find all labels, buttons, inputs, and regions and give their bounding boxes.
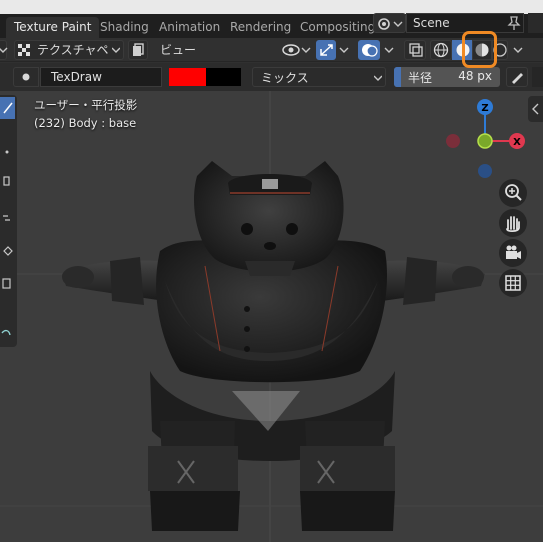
zoom-icon [505, 184, 522, 201]
chevron-down-icon[interactable] [384, 46, 394, 54]
radius-slider[interactable]: 半径 48 px [394, 67, 500, 87]
zoom-button[interactable] [499, 179, 527, 207]
clone-icon [3, 215, 10, 221]
object-info-label: (232) Body : base [34, 116, 137, 130]
hand-icon [506, 216, 520, 233]
navigation-gizmo[interactable]: Z X [440, 95, 530, 185]
scene-icon [378, 18, 403, 30]
tab-compositing[interactable]: Compositing [292, 17, 383, 38]
secondary-color-swatch[interactable] [206, 68, 241, 86]
wireframe-sphere-icon [433, 42, 449, 58]
pressure-toggle-button[interactable] [506, 67, 528, 87]
tab-rendering[interactable]: Rendering [222, 17, 299, 38]
blend-mode-dropdown[interactable]: ミックス [252, 67, 386, 87]
tool-mask[interactable] [0, 273, 15, 295]
view-name-label: ユーザー・平行投影 [34, 98, 138, 112]
tool-draw[interactable] [0, 97, 15, 119]
soften-icon [5, 150, 9, 154]
scene-scrollbar[interactable] [528, 13, 543, 33]
pin-icon[interactable] [506, 15, 522, 31]
tool-annotate[interactable] [0, 323, 15, 345]
radius-value: 48 px [458, 69, 492, 83]
shading-wireframe-button[interactable] [430, 40, 452, 60]
overlays-button[interactable] [358, 40, 380, 60]
xray-icon [409, 43, 423, 57]
copy-icon [133, 43, 144, 56]
tool-smear[interactable] [0, 170, 15, 192]
chevron-down-icon [112, 47, 120, 53]
smear-icon [3, 176, 10, 186]
chevron-left-icon [532, 103, 539, 115]
editor-type-button[interactable] [0, 40, 8, 60]
pen-pressure-icon [512, 73, 523, 84]
camera-view-button[interactable] [499, 239, 527, 267]
brush-name-field[interactable]: TexDraw [40, 67, 162, 87]
checker-icon [18, 44, 30, 56]
highlight-annotation [462, 31, 497, 68]
blend-mode-label: ミックス [261, 71, 309, 85]
gizmo-z-label: Z [481, 103, 488, 114]
primary-color-swatch[interactable] [169, 68, 206, 86]
brush-tool-icon [3, 102, 13, 114]
mask-icon [2, 278, 11, 289]
header-scroll[interactable] [532, 67, 543, 87]
radius-slider-fill [394, 67, 401, 87]
pan-button[interactable] [499, 209, 527, 237]
tool-soften[interactable] [0, 141, 15, 163]
brush-icon-button[interactable] [13, 67, 39, 87]
gizmo-x-label: X [513, 137, 521, 148]
fill-icon [3, 246, 13, 256]
overlay-circles-icon [362, 44, 378, 57]
window-top-strip [0, 0, 543, 14]
annotate-icon [1, 329, 11, 336]
gizmo-toggle-button[interactable] [316, 40, 336, 60]
tool-clone[interactable] [0, 207, 15, 229]
radius-label: 半径 [408, 71, 433, 85]
grid-icon [505, 275, 521, 291]
mode-label: テクスチャペ [37, 43, 109, 57]
scene-selector-button[interactable] [373, 13, 406, 33]
mode-dropdown[interactable]: テクスチャペ [14, 40, 124, 60]
tool-shelf [0, 95, 17, 347]
camera-icon [506, 245, 521, 259]
perspective-toggle-button[interactable] [499, 269, 527, 297]
tool-settings-bar: TexDraw ミックス 半径 48 px [0, 63, 543, 91]
gizmo-icon [320, 44, 333, 56]
3d-viewport[interactable]: ユーザー・平行投影 (232) Body : base Z X [0, 91, 543, 542]
tab-texture-paint[interactable]: Texture Paint [6, 17, 100, 38]
view-menu[interactable]: ビュー [160, 40, 196, 60]
overlay-toggle-button[interactable] [128, 40, 148, 60]
tab-shading[interactable]: Shading [92, 17, 157, 38]
xray-toggle-button[interactable] [404, 40, 426, 60]
chevron-down-icon[interactable] [513, 46, 523, 54]
sidebar-toggle-button[interactable] [528, 96, 543, 122]
visibility-eye-icon[interactable] [282, 43, 312, 57]
brush-icon [22, 73, 30, 81]
tab-animation[interactable]: Animation [151, 17, 228, 38]
tool-fill[interactable] [0, 240, 15, 262]
chevron-down-icon [374, 75, 382, 81]
chevron-down-icon[interactable] [339, 46, 349, 54]
